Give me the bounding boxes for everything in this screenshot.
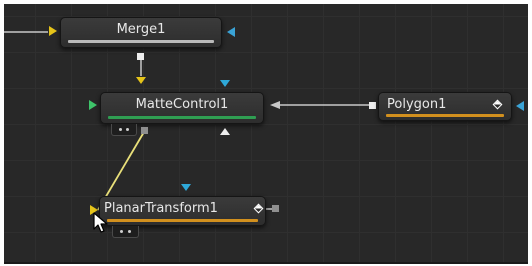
node-polygon1-status-bar	[386, 114, 504, 117]
node-planartransform1-status-bar	[107, 219, 258, 222]
node-planartransform1[interactable]: PlanarTransform1	[99, 196, 266, 226]
node-merge1[interactable]: Merge1	[60, 17, 222, 48]
node-mattecontrol1-label: MatteControl1	[135, 97, 229, 112]
node-editor-canvas[interactable]: Merge1 MatteControl1 Polygon1 PlanarTran…	[4, 4, 528, 264]
planartransform-mask-input[interactable]	[181, 184, 191, 191]
merge-effect-mask-input[interactable]	[227, 27, 235, 37]
tab-dot	[119, 128, 122, 131]
merge-background-input[interactable]	[49, 26, 57, 36]
planartransform-extra-inputs-tab[interactable]	[112, 226, 139, 238]
mattecontrol-mask-input[interactable]	[220, 80, 230, 87]
node-merge1-label: Merge1	[116, 22, 166, 37]
node-mattecontrol1-status-bar	[108, 116, 256, 119]
mattecontrol-foreground-input[interactable]	[89, 100, 97, 110]
node-polygon1[interactable]: Polygon1	[378, 92, 512, 121]
mattecontrol-input-marker[interactable]	[136, 77, 146, 84]
wire-arrowhead	[270, 101, 280, 109]
node-polygon1-label: Polygon1	[387, 97, 447, 112]
tab-dot	[128, 230, 131, 233]
diamond-icon	[492, 99, 503, 110]
node-mattecontrol1[interactable]: MatteControl1	[100, 92, 264, 124]
mattecontrol-extra-inputs-tab[interactable]	[111, 124, 137, 136]
mouse-pointer-icon	[93, 212, 108, 233]
tab-dot	[120, 230, 123, 233]
planartransform-output[interactable]	[272, 205, 279, 212]
node-merge1-status-bar	[68, 40, 214, 43]
mattecontrol-output[interactable]	[141, 127, 148, 134]
tab-dot	[126, 128, 129, 131]
mattecontrol-garbage-matte-input[interactable]	[220, 128, 230, 135]
node-planartransform1-label: PlanarTransform1	[104, 201, 218, 216]
diamond-icon	[253, 203, 264, 214]
merge-output[interactable]	[137, 53, 144, 60]
polygon-output[interactable]	[369, 102, 376, 109]
polygon-effect-mask-input[interactable]	[516, 101, 524, 111]
